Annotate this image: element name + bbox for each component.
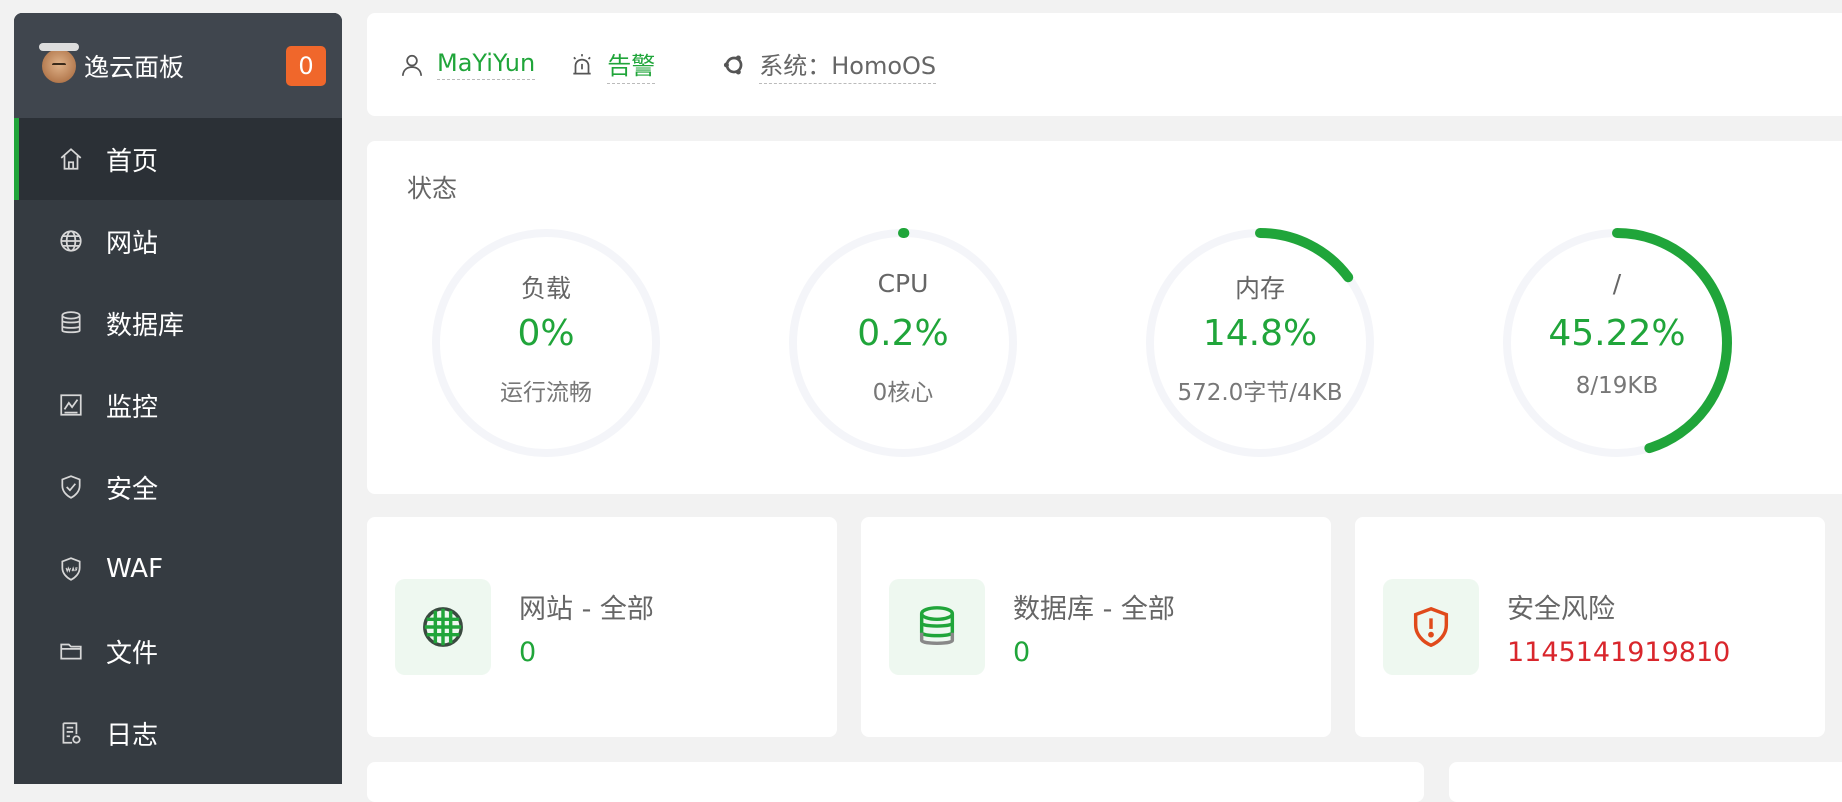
- waf-shield-icon: [56, 554, 86, 584]
- sidebar-item-security[interactable]: 安全: [14, 446, 342, 528]
- sidebar-item-monitor[interactable]: 监控: [14, 364, 342, 446]
- gauge-label: CPU: [877, 269, 929, 298]
- gauge-value: 0%: [517, 313, 575, 354]
- gauge-memory[interactable]: 内存 14.8% 572.0字节/4KB: [1142, 225, 1378, 461]
- card-value: 0: [1013, 637, 1031, 668]
- user-icon: [401, 54, 423, 76]
- home-icon: [56, 144, 86, 174]
- alert-link[interactable]: 告警: [569, 46, 656, 84]
- card-value: 0: [519, 637, 537, 668]
- system-label: 系统：HomoOS: [759, 46, 937, 84]
- card-databases[interactable]: 数据库 - 全部 0: [861, 517, 1331, 737]
- notification-badge[interactable]: 0: [286, 46, 326, 86]
- gauge-value: 45.22%: [1548, 313, 1686, 354]
- gauge-label: 负载: [520, 274, 571, 303]
- database-stack-icon: [889, 579, 985, 675]
- card-title: 安全风险: [1507, 594, 1615, 625]
- gauge-value: 0.2%: [857, 313, 949, 354]
- gauge-label: 内存: [1234, 274, 1285, 303]
- bottom-card-left: [367, 762, 1424, 802]
- brand-title: 逸云面板: [84, 52, 185, 82]
- ubuntu-icon: [724, 54, 743, 75]
- sidebar-item-label: 首页: [106, 146, 159, 177]
- avatar: [39, 42, 79, 83]
- sidebar-item-logs[interactable]: 日志: [14, 692, 342, 774]
- database-icon: [56, 308, 86, 338]
- sidebar-item-waf[interactable]: WAF: [14, 528, 342, 610]
- globe-icon: [56, 226, 86, 256]
- user-link[interactable]: MaYiYun: [399, 49, 536, 80]
- gauge-label: /: [1612, 269, 1622, 298]
- sidebar-item-label: WAF: [106, 554, 164, 584]
- status-title: 状态: [407, 174, 458, 203]
- folder-icon: [56, 636, 86, 666]
- gauge-cpu[interactable]: CPU 0.2% 0核心: [785, 225, 1021, 461]
- card-value: 1145141919810: [1507, 637, 1731, 668]
- sidebar-item-label: 安全: [106, 474, 159, 505]
- sidebar-item-label: 监控: [106, 392, 159, 423]
- card-websites[interactable]: 网站 - 全部 0: [367, 517, 837, 737]
- shield-alert-icon: [1383, 579, 1479, 675]
- gauge-subtext: 8/19KB: [1575, 373, 1659, 399]
- card-title: 网站 - 全部: [519, 594, 654, 625]
- status-panel: 状态 负载 0% 运行流畅 CPU 0.2% 0核心 内存 14.8% 572.…: [367, 141, 1842, 494]
- top-bar: MaYiYun 告警 系统：HomoOS: [367, 13, 1842, 116]
- gauge-disk[interactable]: / 45.22% 8/19KB: [1499, 225, 1735, 461]
- sidebar-item-label: 日志: [106, 720, 159, 751]
- sidebar-item-website[interactable]: 网站: [14, 200, 342, 282]
- sidebar-item-home[interactable]: 首页: [14, 118, 342, 200]
- sidebar: 逸云面板 0 首页 网站 数据库 监控 安全 WAF 文件 日志: [14, 13, 342, 784]
- gauge-subtext: 0核心: [872, 380, 934, 406]
- brand[interactable]: 逸云面板 0: [14, 13, 342, 118]
- shield-check-icon: [56, 472, 86, 502]
- gauge-subtext: 运行流畅: [500, 380, 592, 406]
- sidebar-item-label: 数据库: [106, 310, 185, 341]
- username: MaYiYun: [437, 49, 536, 80]
- system-info[interactable]: 系统：HomoOS: [721, 46, 937, 84]
- bottom-card-right: [1449, 762, 1842, 802]
- alarm-icon: [573, 53, 591, 75]
- monitor-icon: [56, 390, 86, 420]
- gauge-load[interactable]: 负载 0% 运行流畅: [428, 225, 664, 461]
- gauge-subtext: 572.0字节/4KB: [1177, 380, 1343, 406]
- sidebar-item-files[interactable]: 文件: [14, 610, 342, 692]
- card-security-risk[interactable]: 安全风险 1145141919810: [1355, 517, 1825, 737]
- alert-label: 告警: [607, 46, 656, 84]
- sidebar-item-database[interactable]: 数据库: [14, 282, 342, 364]
- card-title: 数据库 - 全部: [1013, 594, 1175, 625]
- gauge-value: 14.8%: [1202, 313, 1318, 354]
- globe-grid-icon: [395, 579, 491, 675]
- log-icon: [56, 718, 86, 748]
- sidebar-item-label: 文件: [106, 638, 159, 669]
- sidebar-item-label: 网站: [106, 228, 159, 259]
